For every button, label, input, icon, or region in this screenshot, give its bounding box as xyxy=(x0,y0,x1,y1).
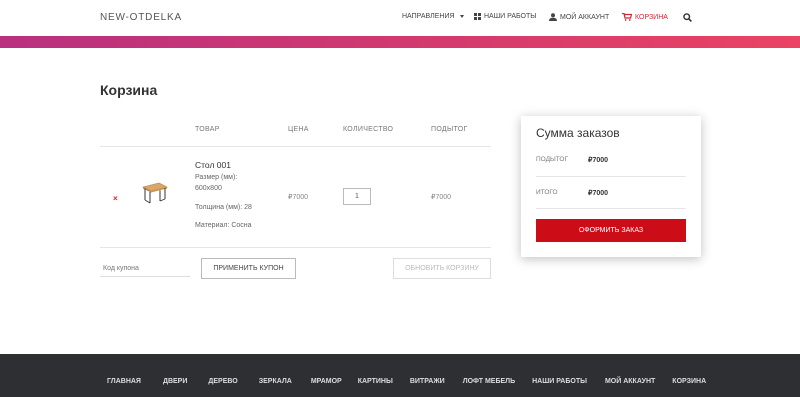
update-cart-button[interactable]: Обновить корзину xyxy=(393,258,491,279)
footer-link-doors[interactable]: Двери xyxy=(163,378,187,385)
column-header-price: Цена xyxy=(288,126,309,133)
page-title: Корзина xyxy=(100,82,158,98)
footer-nav: Главная Двери Дерево Зеркала Мрамор Карт… xyxy=(107,378,706,385)
search-icon[interactable] xyxy=(683,13,692,22)
site-logo[interactable]: NEW-OTDELKA xyxy=(100,12,182,23)
footer-link-my-account[interactable]: Мой аккаунт xyxy=(605,378,655,385)
site-footer xyxy=(0,354,800,397)
nav-account-label: Мой аккаунт xyxy=(560,13,610,21)
nav-cart[interactable]: Корзина xyxy=(622,13,668,21)
summary-subtotal-label: Подытог xyxy=(536,156,568,163)
summary-subtotal-value: ₽7000 xyxy=(588,157,609,164)
chevron-down-icon xyxy=(459,15,464,18)
column-header-subtotal: Подытог xyxy=(431,126,468,133)
header-gradient-banner xyxy=(0,36,800,48)
product-price: ₽7000 xyxy=(288,194,309,201)
footer-link-paintings[interactable]: Картины xyxy=(358,378,393,385)
user-icon xyxy=(549,13,557,21)
summary-divider xyxy=(536,208,686,209)
site-header: NEW-OTDELKA Направления Наши работы Мой … xyxy=(0,0,800,36)
footer-link-stained-glass[interactable]: Витражи xyxy=(410,378,445,385)
table-divider xyxy=(100,247,491,248)
remove-item-button[interactable]: × xyxy=(113,194,118,203)
thickness-value: 28 xyxy=(244,204,252,211)
product-subtotal: ₽7000 xyxy=(431,194,452,201)
footer-link-home[interactable]: Главная xyxy=(107,378,141,385)
product-thumbnail[interactable] xyxy=(142,182,168,204)
product-name[interactable]: Стол 001 xyxy=(195,160,231,170)
product-material: Материал: Сосна xyxy=(195,220,259,231)
size-label: Размер (мм): xyxy=(195,174,238,181)
summary-divider xyxy=(536,176,686,177)
footer-link-marble[interactable]: Мрамор xyxy=(311,378,342,385)
column-header-quantity: Количество xyxy=(343,126,394,133)
footer-link-cart[interactable]: Корзина xyxy=(672,378,706,385)
material-value: Сосна xyxy=(231,222,252,229)
cart-icon xyxy=(622,13,632,21)
nav-cart-label: Корзина xyxy=(635,13,668,21)
nav-account[interactable]: Мой аккаунт xyxy=(549,13,609,21)
nav-works[interactable]: Наши работы xyxy=(474,13,536,20)
quantity-input[interactable]: 1 xyxy=(343,188,371,205)
product-size: Размер (мм): 600х800 xyxy=(195,172,259,194)
summary-title: Сумма заказов xyxy=(536,126,620,140)
table-divider xyxy=(100,146,491,147)
coupon-input[interactable] xyxy=(100,261,190,277)
grid-icon xyxy=(474,13,481,20)
column-header-product: Товар xyxy=(195,126,220,133)
checkout-button[interactable]: Оформить заказ xyxy=(536,219,686,242)
summary-total-value: ₽7000 xyxy=(588,190,609,197)
nav-directions[interactable]: Направления xyxy=(402,13,464,20)
product-thickness: Толщина (мм): 28 xyxy=(195,202,259,213)
footer-link-mirrors[interactable]: Зеркала xyxy=(259,378,292,385)
material-label: Материал: xyxy=(195,222,230,229)
footer-link-our-works[interactable]: Наши работы xyxy=(532,378,587,385)
size-value: 600х800 xyxy=(195,185,222,192)
apply-coupon-button[interactable]: Применить купон xyxy=(201,258,296,279)
order-summary-card: Сумма заказов Подытог ₽7000 Итого ₽7000 … xyxy=(521,116,701,257)
nav-works-label: Наши работы xyxy=(484,13,537,20)
summary-total-label: Итого xyxy=(536,189,558,196)
footer-link-loft-furniture[interactable]: Лофт мебель xyxy=(463,378,515,385)
thickness-label: Толщина (мм): xyxy=(195,204,243,211)
nav-directions-label: Направления xyxy=(402,13,455,20)
footer-link-wood[interactable]: Дерево xyxy=(208,378,237,385)
